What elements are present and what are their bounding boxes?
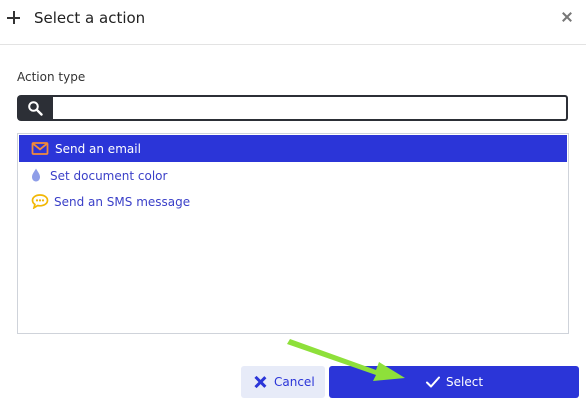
search-button[interactable] bbox=[17, 95, 53, 121]
dialog-header: Select a action bbox=[0, 0, 586, 45]
close-icon bbox=[254, 376, 266, 388]
list-item-send-email[interactable]: Send an email bbox=[19, 135, 567, 162]
action-list: Send an email Set document color Send an… bbox=[17, 133, 569, 334]
list-item-set-document-color[interactable]: Set document color bbox=[19, 162, 567, 189]
chat-bubble-icon bbox=[31, 194, 49, 209]
select-button[interactable]: Select bbox=[329, 366, 579, 398]
droplet-icon bbox=[32, 168, 40, 182]
list-item-label: Send an email bbox=[55, 142, 141, 156]
checkmark-icon bbox=[426, 376, 440, 388]
action-type-label: Action type bbox=[17, 70, 86, 84]
select-button-label: Select bbox=[446, 375, 484, 389]
cancel-button-label: Cancel bbox=[274, 375, 315, 389]
action-type-search-input[interactable] bbox=[53, 95, 568, 121]
plus-icon bbox=[6, 9, 22, 25]
list-item-label: Send an SMS message bbox=[54, 195, 191, 209]
list-item-label: Set document color bbox=[50, 169, 168, 183]
envelope-icon bbox=[31, 142, 49, 155]
cancel-button[interactable]: Cancel bbox=[241, 366, 325, 398]
dialog-title: Select a action bbox=[34, 9, 146, 27]
list-item-send-sms[interactable]: Send an SMS message bbox=[19, 188, 567, 215]
search-icon bbox=[28, 101, 43, 116]
close-icon[interactable] bbox=[560, 10, 574, 24]
